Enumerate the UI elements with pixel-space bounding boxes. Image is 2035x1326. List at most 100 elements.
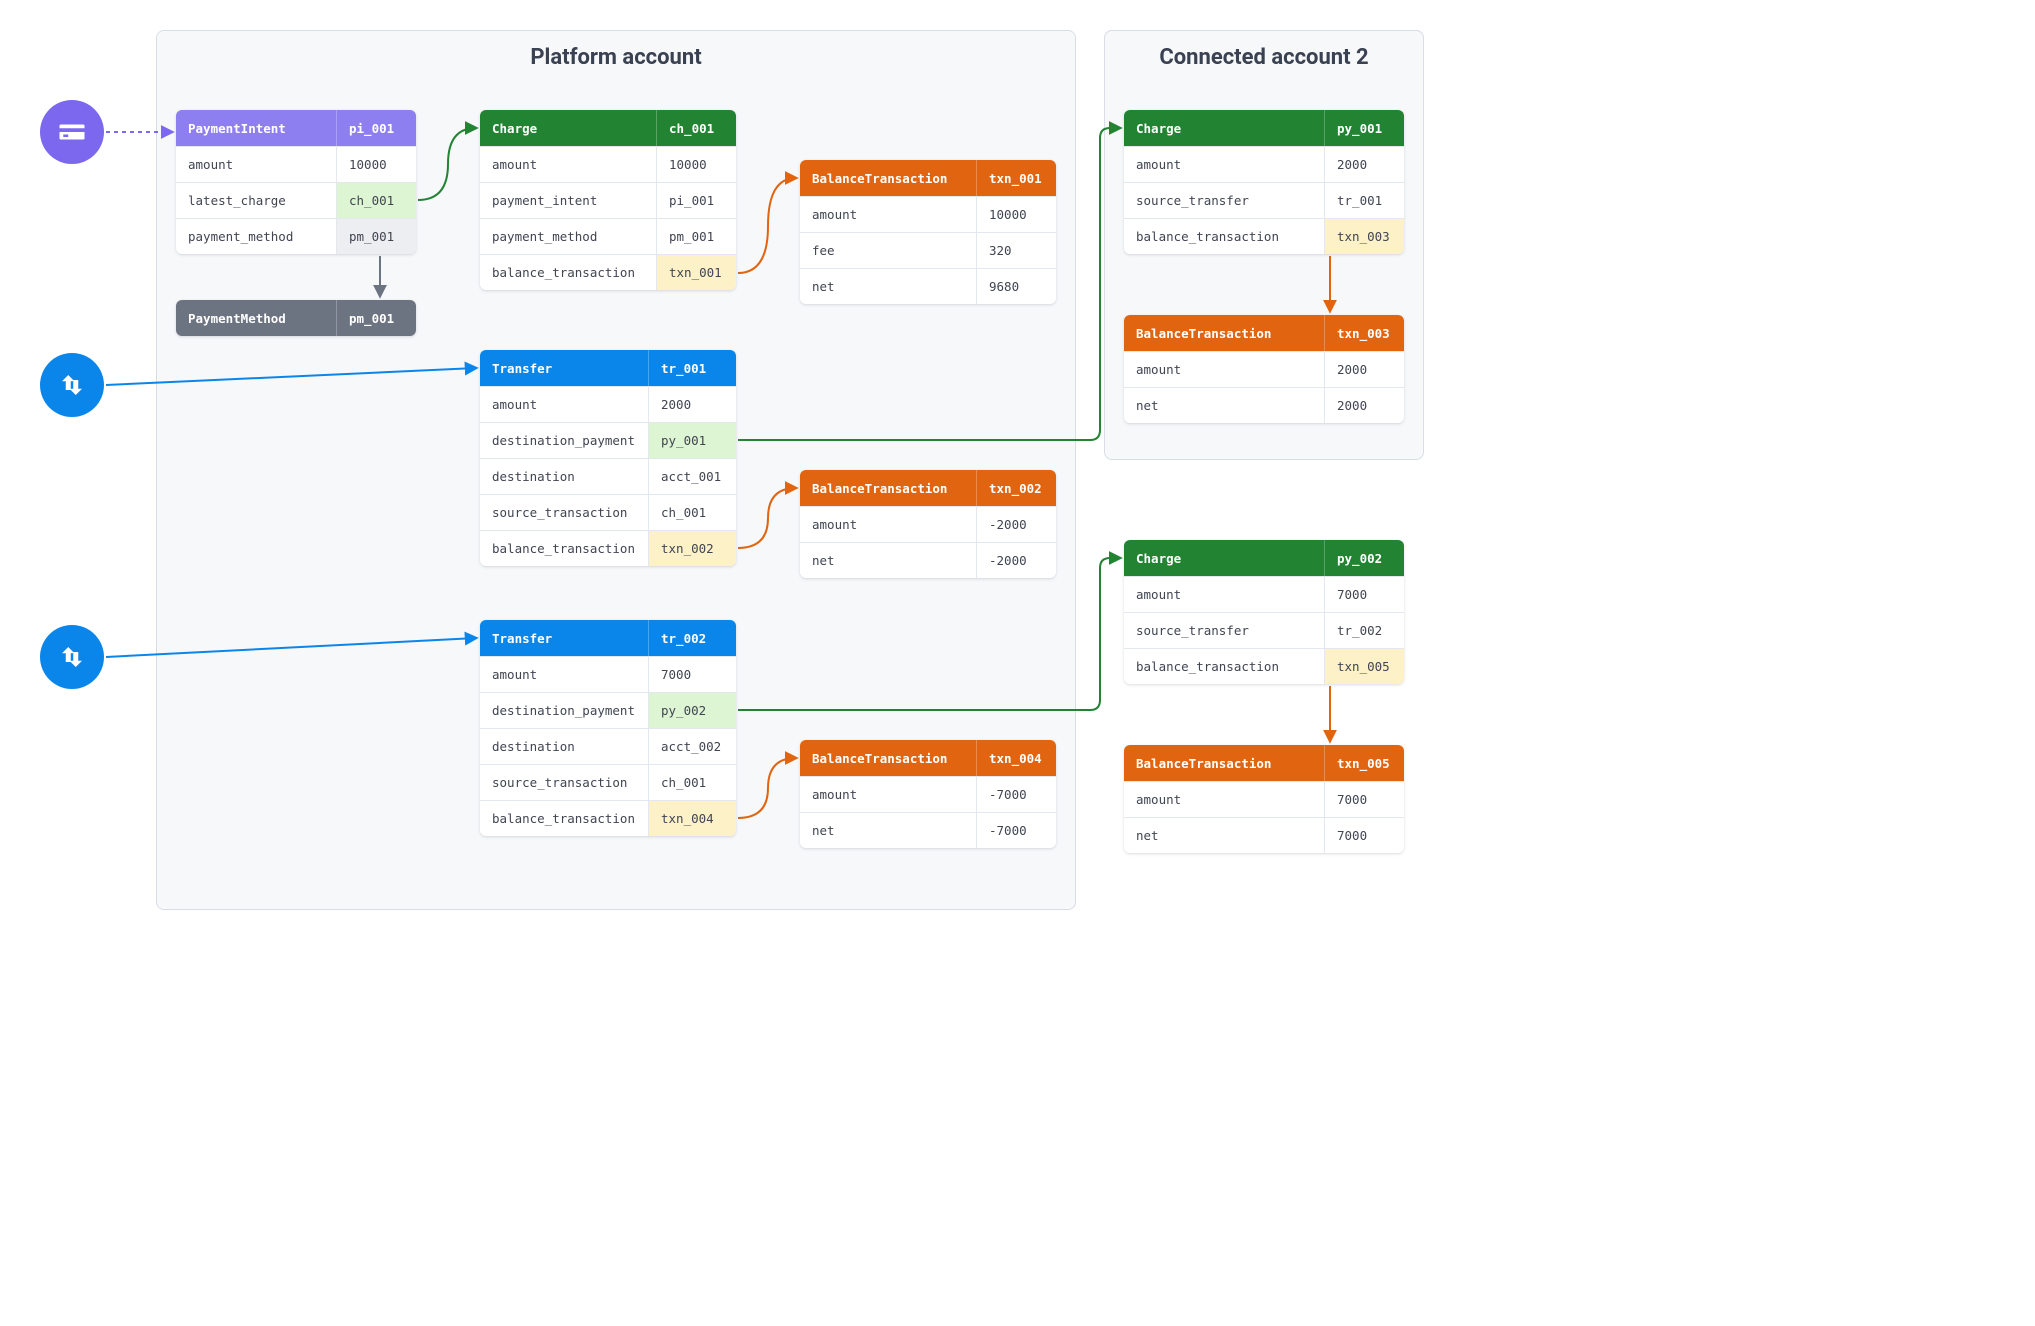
- entity-field-value: -7000: [976, 777, 1056, 812]
- entity-row: amount 7000: [480, 656, 736, 692]
- transfer-icon-1: [40, 353, 104, 417]
- entity-row: net 7000: [1124, 817, 1404, 853]
- entity-field-key: amount: [800, 197, 976, 232]
- connected-zone-2-title: Connected account 2: [1105, 45, 1423, 70]
- entity-field-value: txn_002: [648, 531, 736, 566]
- entity-field-key: net: [1124, 388, 1324, 423]
- entity-id: ch_001: [656, 110, 736, 146]
- entity-name: Charge: [1124, 540, 1324, 576]
- entity-field-value: 7000: [1324, 818, 1404, 853]
- entity-field-value: 10000: [656, 147, 736, 182]
- entity-row: destination_payment py_001: [480, 422, 736, 458]
- entity-field-value: txn_004: [648, 801, 736, 836]
- entity-field-key: amount: [1124, 147, 1324, 182]
- entity-row: fee 320: [800, 232, 1056, 268]
- entity-row: destination_payment py_002: [480, 692, 736, 728]
- transfer-1-entity: Transfer tr_001 amount 2000 destination_…: [480, 350, 736, 566]
- payment-method-entity: PaymentMethod pm_001: [176, 300, 416, 336]
- entity-field-value: 2000: [1324, 352, 1404, 387]
- entity-row: amount -2000: [800, 506, 1056, 542]
- entity-row: source_transaction ch_001: [480, 494, 736, 530]
- entity-header: Charge ch_001: [480, 110, 736, 146]
- entity-row: amount 10000: [480, 146, 736, 182]
- entity-name: Transfer: [480, 620, 648, 656]
- card-icon: [40, 100, 104, 164]
- transfer-icon-2: [40, 625, 104, 689]
- entity-field-value: 10000: [976, 197, 1056, 232]
- entity-row: balance_transaction txn_005: [1124, 648, 1404, 684]
- entity-row: balance_transaction txn_004: [480, 800, 736, 836]
- entity-row: amount 2000: [480, 386, 736, 422]
- entity-header: PaymentIntent pi_001: [176, 110, 416, 146]
- entity-id: tr_001: [648, 350, 736, 386]
- entity-row: balance_transaction txn_003: [1124, 218, 1404, 254]
- entity-id: txn_003: [1324, 315, 1404, 351]
- entity-field-key: net: [800, 813, 976, 848]
- entity-field-key: payment_method: [480, 219, 656, 254]
- entity-field-value: pi_001: [656, 183, 736, 218]
- entity-field-value: ch_001: [648, 495, 736, 530]
- entity-id: py_001: [1324, 110, 1404, 146]
- balance-transaction-5-entity: BalanceTransaction txn_005 amount 7000 n…: [1124, 745, 1404, 853]
- entity-row: amount 7000: [1124, 576, 1404, 612]
- entity-field-key: source_transaction: [480, 495, 648, 530]
- entity-header: Transfer tr_002: [480, 620, 736, 656]
- charge-py2-entity: Charge py_002 amount 7000 source_transfe…: [1124, 540, 1404, 684]
- entity-field-key: payment_method: [176, 219, 336, 254]
- entity-row: amount 10000: [176, 146, 416, 182]
- charge-entity: Charge ch_001 amount 10000 payment_inten…: [480, 110, 736, 290]
- entity-field-key: amount: [1124, 782, 1324, 817]
- entity-header: PaymentMethod pm_001: [176, 300, 416, 336]
- entity-field-value: txn_001: [656, 255, 736, 290]
- entity-field-value: 2000: [1324, 147, 1404, 182]
- entity-field-value: -7000: [976, 813, 1056, 848]
- entity-field-key: net: [1124, 818, 1324, 853]
- entity-id: pm_001: [336, 300, 416, 336]
- entity-field-value: 7000: [648, 657, 736, 692]
- entity-name: Charge: [1124, 110, 1324, 146]
- entity-name: BalanceTransaction: [1124, 315, 1324, 351]
- entity-field-key: destination_payment: [480, 693, 648, 728]
- entity-field-key: payment_intent: [480, 183, 656, 218]
- entity-field-value: 9680: [976, 269, 1056, 304]
- entity-field-key: amount: [480, 387, 648, 422]
- entity-row: payment_method pm_001: [176, 218, 416, 254]
- entity-row: net 9680: [800, 268, 1056, 304]
- balance-transaction-4-entity: BalanceTransaction txn_004 amount -7000 …: [800, 740, 1056, 848]
- entity-field-key: destination_payment: [480, 423, 648, 458]
- charge-py1-entity: Charge py_001 amount 2000 source_transfe…: [1124, 110, 1404, 254]
- entity-name: PaymentIntent: [176, 110, 336, 146]
- entity-name: Transfer: [480, 350, 648, 386]
- entity-field-key: amount: [480, 147, 656, 182]
- entity-field-value: pm_001: [336, 219, 416, 254]
- entity-id: txn_004: [976, 740, 1056, 776]
- entity-field-value: acct_001: [648, 459, 736, 494]
- entity-field-key: net: [800, 543, 976, 578]
- entity-field-key: source_transaction: [480, 765, 648, 800]
- entity-row: balance_transaction txn_001: [480, 254, 736, 290]
- entity-header: BalanceTransaction txn_001: [800, 160, 1056, 196]
- entity-field-key: fee: [800, 233, 976, 268]
- entity-field-key: amount: [176, 147, 336, 182]
- entity-id: txn_005: [1324, 745, 1404, 781]
- transfer-2-entity: Transfer tr_002 amount 7000 destination_…: [480, 620, 736, 836]
- entity-header: BalanceTransaction txn_003: [1124, 315, 1404, 351]
- entity-field-key: source_transfer: [1124, 613, 1324, 648]
- entity-row: amount 2000: [1124, 146, 1404, 182]
- entity-field-key: balance_transaction: [480, 801, 648, 836]
- entity-name: BalanceTransaction: [1124, 745, 1324, 781]
- entity-row: destination acct_002: [480, 728, 736, 764]
- entity-row: payment_method pm_001: [480, 218, 736, 254]
- entity-field-value: txn_005: [1324, 649, 1404, 684]
- balance-transaction-3-entity: BalanceTransaction txn_003 amount 2000 n…: [1124, 315, 1404, 423]
- entity-field-key: amount: [480, 657, 648, 692]
- entity-field-key: net: [800, 269, 976, 304]
- entity-id: pi_001: [336, 110, 416, 146]
- entity-field-value: 2000: [648, 387, 736, 422]
- balance-transaction-2-entity: BalanceTransaction txn_002 amount -2000 …: [800, 470, 1056, 578]
- payment-intent-entity: PaymentIntent pi_001 amount 10000 latest…: [176, 110, 416, 254]
- entity-row: amount -7000: [800, 776, 1056, 812]
- entity-name: PaymentMethod: [176, 300, 336, 336]
- entity-field-value: ch_001: [336, 183, 416, 218]
- entity-field-value: -2000: [976, 543, 1056, 578]
